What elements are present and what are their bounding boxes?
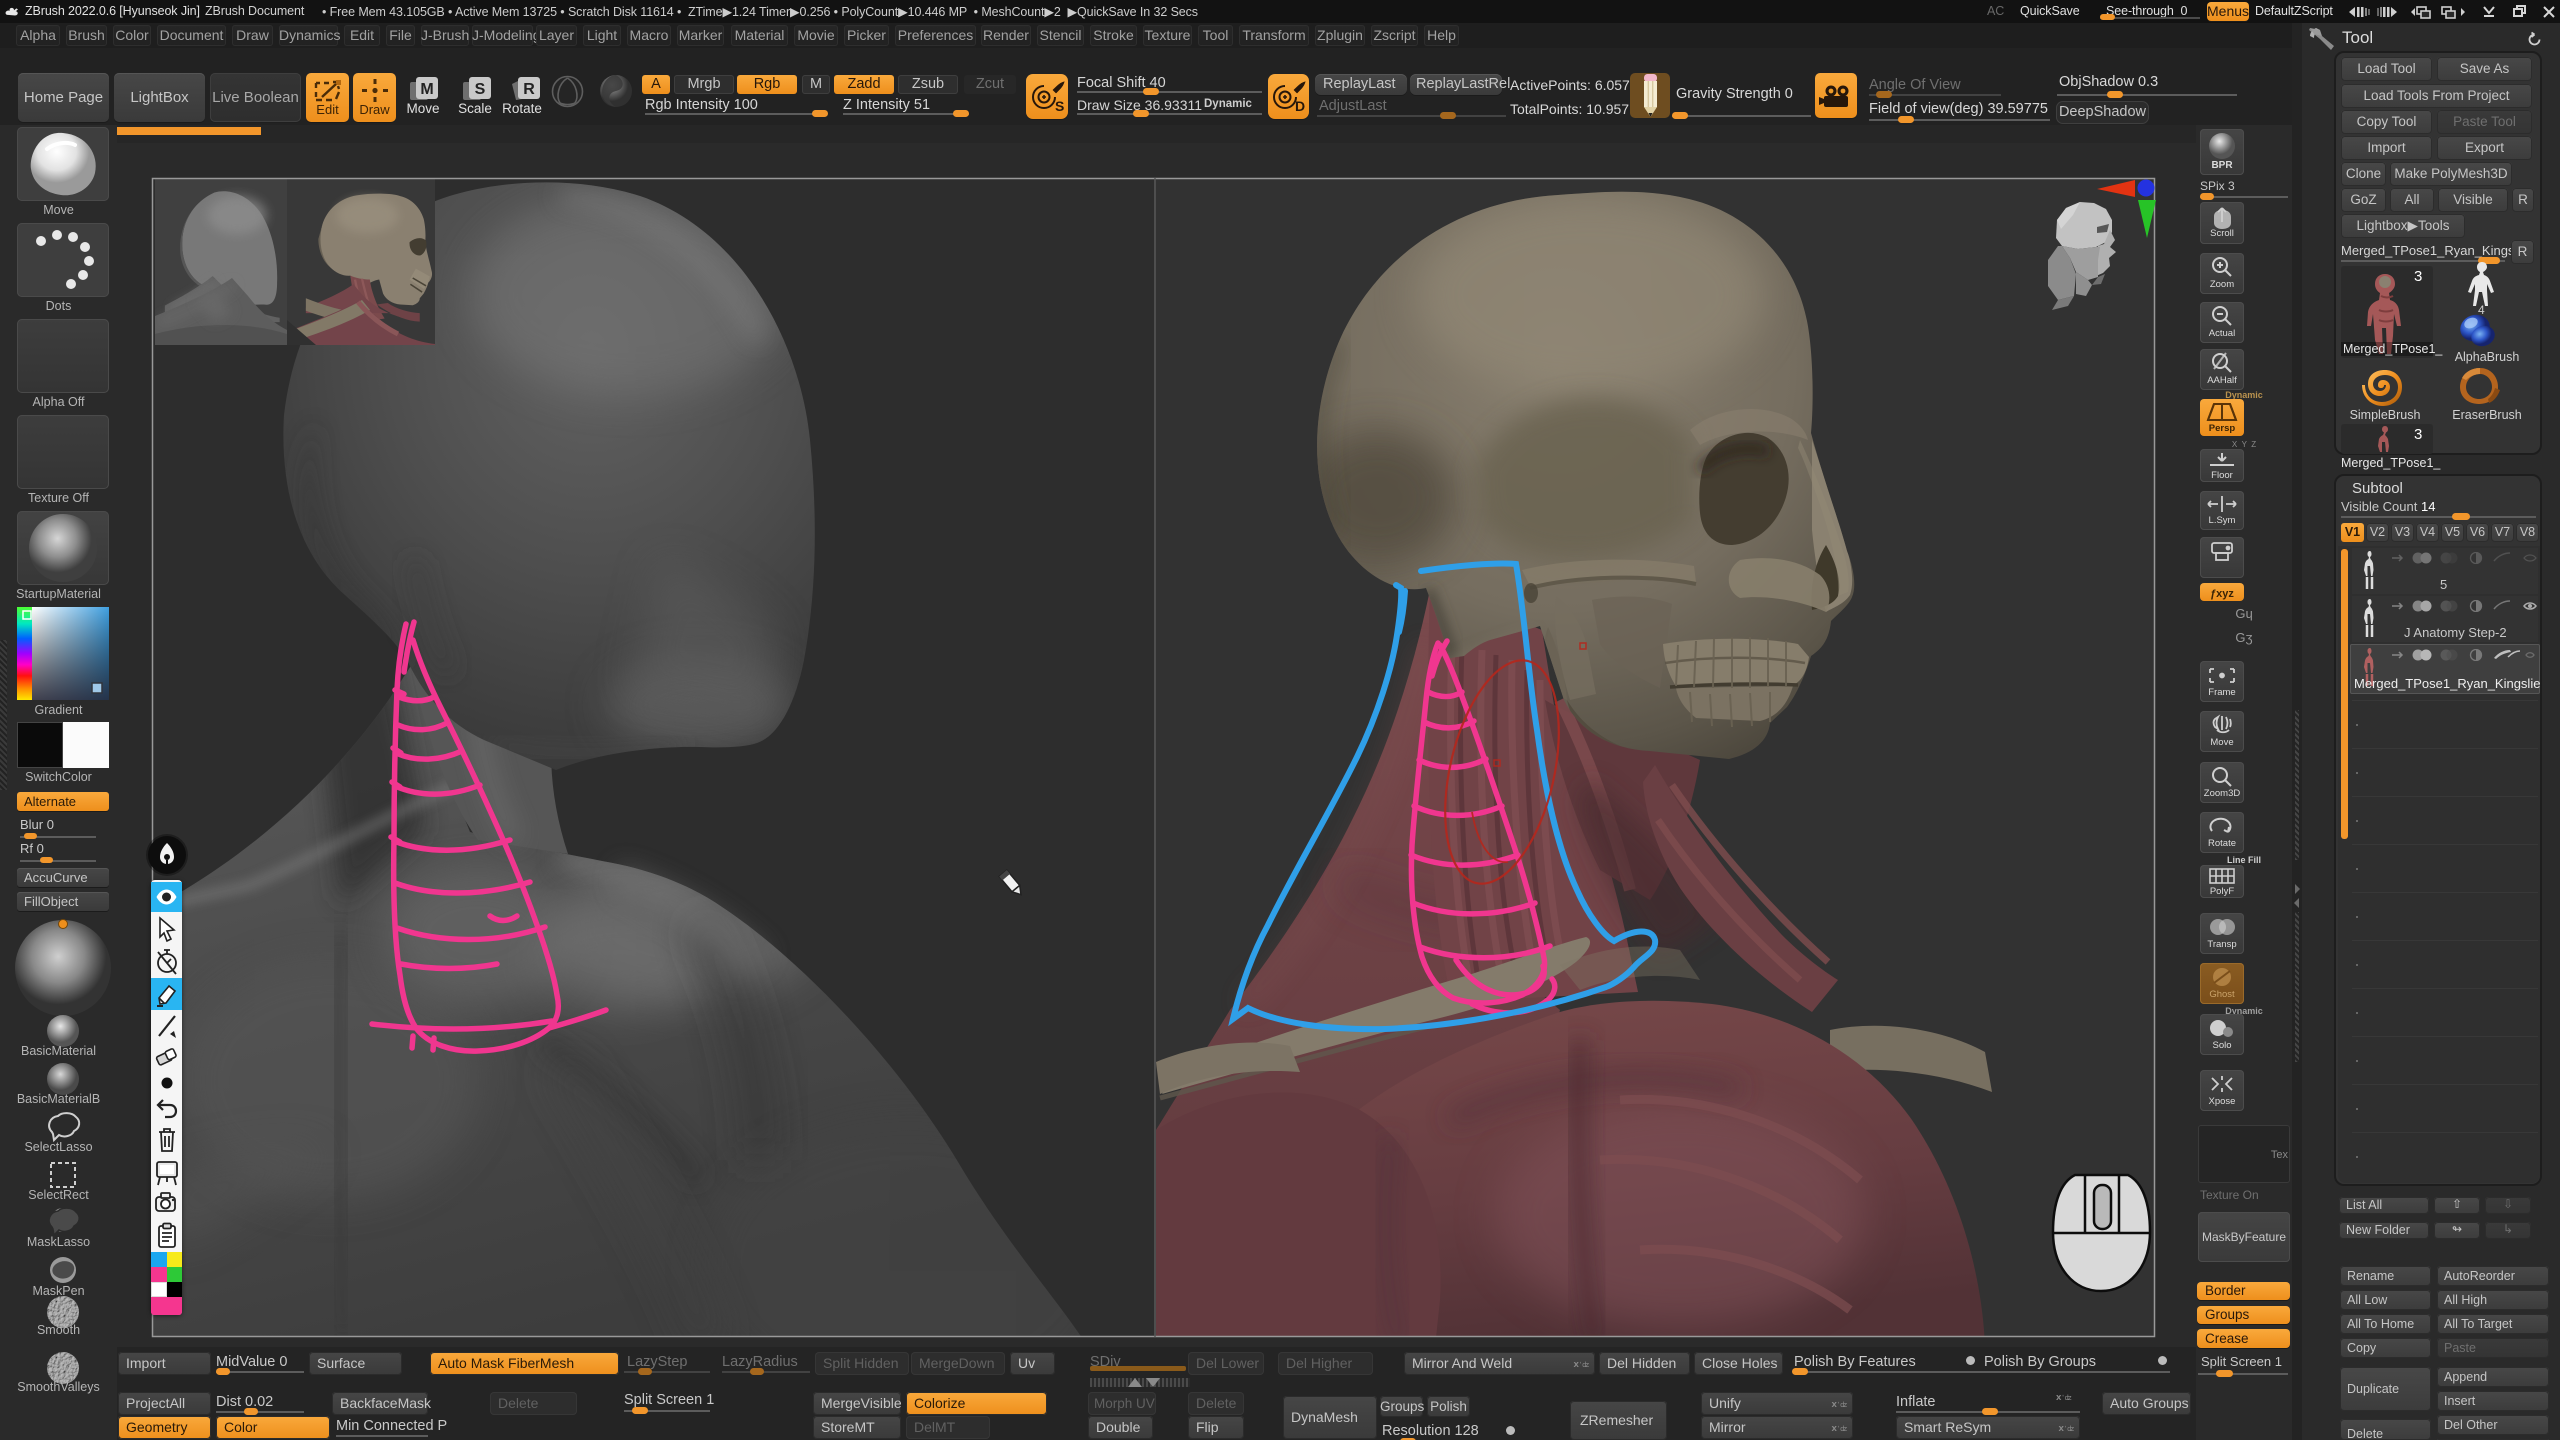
svg-text:D: D — [1295, 98, 1305, 114]
svg-text:M: M — [420, 81, 433, 98]
svg-text:S: S — [1055, 98, 1064, 114]
svg-text:S: S — [475, 81, 486, 98]
svg-text:R: R — [523, 81, 535, 98]
